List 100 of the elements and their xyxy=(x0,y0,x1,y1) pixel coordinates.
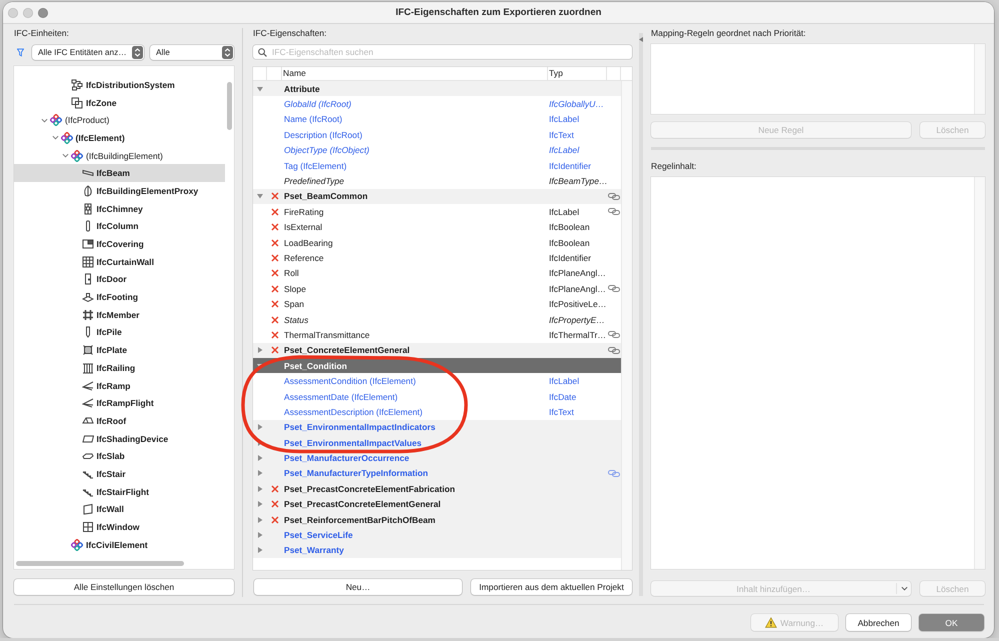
tree-item[interactable]: IfcChimney xyxy=(14,200,225,218)
panel-label: IFC-Einheiten: xyxy=(14,28,70,39)
tree-item[interactable]: IfcDoor xyxy=(14,270,225,288)
tree-item[interactable]: IfcBeam xyxy=(14,164,225,182)
chevron-icon[interactable] xyxy=(62,152,69,160)
cancel-button[interactable]: Abbrechen xyxy=(846,614,911,631)
property-set-row[interactable]: Pset_BeamCommon xyxy=(253,188,621,204)
tree-item[interactable]: IfcCovering xyxy=(14,235,225,253)
tree-item[interactable]: IfcMember xyxy=(14,306,225,324)
tree-item[interactable]: IfcFooting xyxy=(14,288,225,306)
tree-item[interactable]: (IfcBuildingElement) xyxy=(14,146,225,164)
disclosure-triangle-icon[interactable] xyxy=(257,516,263,523)
tree-item[interactable]: IfcStairFlight xyxy=(14,482,225,500)
property-name: ObjectType (IfcObject) xyxy=(284,145,370,156)
property-set-row[interactable]: Pset_EnvironmentalImpactIndicators xyxy=(253,420,621,435)
disclosure-triangle-icon[interactable] xyxy=(257,86,263,92)
disclosure-triangle-icon[interactable] xyxy=(257,486,263,492)
property-name: Tag (IfcElement) xyxy=(284,160,347,171)
property-set-name: Pset_Warranty xyxy=(284,545,344,556)
tree-item[interactable]: IfcRoof xyxy=(14,412,225,430)
property-type: IfcBeamType… xyxy=(549,176,608,186)
tree-item[interactable]: IfcWindow xyxy=(14,518,225,536)
import-button[interactable]: Importieren aus dem aktuellen Projekt xyxy=(471,579,632,595)
property-name: FireRating xyxy=(284,206,324,217)
property-name: Name (IfcRoot) xyxy=(284,114,342,124)
disclosure-triangle-icon[interactable] xyxy=(257,501,263,508)
property-set-row[interactable]: Pset_Warranty xyxy=(253,542,621,558)
tree-item[interactable]: (IfcElement) xyxy=(14,129,225,147)
property-set-name: Pset_PrecastConcreteElementFabrication xyxy=(284,484,455,494)
tree-item[interactable]: IfcDistributionSystem xyxy=(14,76,225,94)
disclosure-triangle-icon[interactable] xyxy=(257,470,263,476)
tree-item[interactable]: IfcShadingDevice xyxy=(14,430,225,448)
property-set-row[interactable]: Pset_PrecastConcreteElementFabrication xyxy=(253,481,621,497)
chimney-icon xyxy=(82,202,94,215)
column-header[interactable]: Typ xyxy=(548,67,607,80)
disclosure-triangle-icon[interactable] xyxy=(257,532,263,538)
property-set-name: Pset_ReinforcementBarPitchOfBeam xyxy=(284,514,436,525)
clear-settings-button[interactable]: Alle Einstellungen löschen xyxy=(14,579,234,595)
ok-button[interactable]: OK xyxy=(919,614,984,631)
curtain-wall-icon xyxy=(82,256,94,268)
disclosure-triangle-icon[interactable] xyxy=(257,362,263,369)
multicolor-knot-icon xyxy=(71,150,83,162)
tree-item[interactable]: IfcZone xyxy=(14,94,225,112)
filter-icon[interactable] xyxy=(17,48,24,56)
property-set-row[interactable]: Pset_ManufacturerOccurrence xyxy=(253,450,621,466)
new-button[interactable]: Neu… xyxy=(254,579,462,595)
shading-panel-icon xyxy=(82,432,94,445)
property-type: IfcIdentifier xyxy=(549,160,592,171)
window-title: IFC-Eigenschaften zum Exportieren zuordnen xyxy=(396,7,602,18)
property-type: IfcPlaneAngl… xyxy=(549,284,606,294)
property-type: IfcLabel xyxy=(549,145,580,156)
tree-item[interactable]: IfcColumn xyxy=(14,218,225,236)
property-name: Span xyxy=(284,299,304,310)
tree-item[interactable]: IfcPlate xyxy=(14,341,225,359)
property-name: Roll xyxy=(284,268,299,278)
property-type: IfcLabel xyxy=(549,376,580,386)
tree-item[interactable]: (IfcProduct) xyxy=(14,111,225,130)
disclosure-triangle-icon[interactable] xyxy=(257,347,263,354)
property-set-row[interactable]: Pset_PrecastConcreteElementGeneral xyxy=(253,496,621,512)
property-type: IfcPlaneAngl… xyxy=(549,268,606,278)
wall-icon xyxy=(82,503,94,516)
tree-item[interactable]: IfcBuildingElementProxy xyxy=(14,182,225,200)
disclosure-triangle-icon[interactable] xyxy=(257,547,263,554)
zoom-button[interactable] xyxy=(38,8,48,18)
warning-icon xyxy=(765,617,778,628)
chevron-icon[interactable] xyxy=(52,134,58,142)
column-header[interactable]: Name xyxy=(282,67,548,80)
ramp-icon xyxy=(82,380,94,392)
tree-item[interactable]: IfcSlab xyxy=(14,447,225,466)
property-set-row[interactable]: Pset_ServiceLife xyxy=(253,527,621,543)
property-type: IfcDate xyxy=(549,392,576,402)
property-set-row[interactable]: Pset_ManufacturerTypeInformation xyxy=(253,466,621,482)
entity-filter-dropdown[interactable]: Alle IFC Entitäten anz… xyxy=(32,44,144,60)
tree-item[interactable]: IfcCivilElement xyxy=(14,536,225,554)
scrollbar-thumb[interactable] xyxy=(227,82,232,130)
window-icon xyxy=(82,521,94,534)
tree-item[interactable]: IfcRailing xyxy=(14,359,225,377)
tree-item[interactable]: IfcWall xyxy=(14,500,225,518)
scrollbar-thumb[interactable] xyxy=(16,561,184,566)
tree-item[interactable]: IfcPile xyxy=(14,324,225,342)
tree-item[interactable]: IfcRamp xyxy=(14,376,225,394)
disclosure-triangle-icon[interactable] xyxy=(257,455,263,462)
tree-item[interactable]: IfcRampFlight xyxy=(14,394,225,412)
property-type: IfcIdentifier xyxy=(549,252,592,263)
railing-icon xyxy=(82,362,94,374)
tree-item[interactable]: IfcCurtainWall xyxy=(14,252,225,271)
property-set-row[interactable]: Attribute xyxy=(253,81,621,96)
collapse-arrow-icon[interactable] xyxy=(639,37,643,42)
panel-label: Mapping-Regeln geordnet nach Priorität: xyxy=(651,28,807,39)
frame-icon xyxy=(82,308,94,321)
search-field[interactable]: IFC-Eigenschaften suchen xyxy=(253,45,632,59)
property-set-row[interactable]: Pset_ReinforcementBarPitchOfBeam xyxy=(253,512,621,528)
scope-dropdown[interactable]: Alle xyxy=(150,44,234,60)
chevron-icon[interactable] xyxy=(41,116,48,124)
property-set-name: Pset_PrecastConcreteElementGeneral xyxy=(284,499,441,510)
property-set-row[interactable]: Pset_Condition xyxy=(253,358,621,374)
disclosure-triangle-icon[interactable] xyxy=(257,193,263,200)
tree-item[interactable]: IfcStair xyxy=(14,465,225,483)
disclosure-triangle-icon[interactable] xyxy=(257,424,263,430)
property-type: IfcPropertyE… xyxy=(549,314,605,325)
